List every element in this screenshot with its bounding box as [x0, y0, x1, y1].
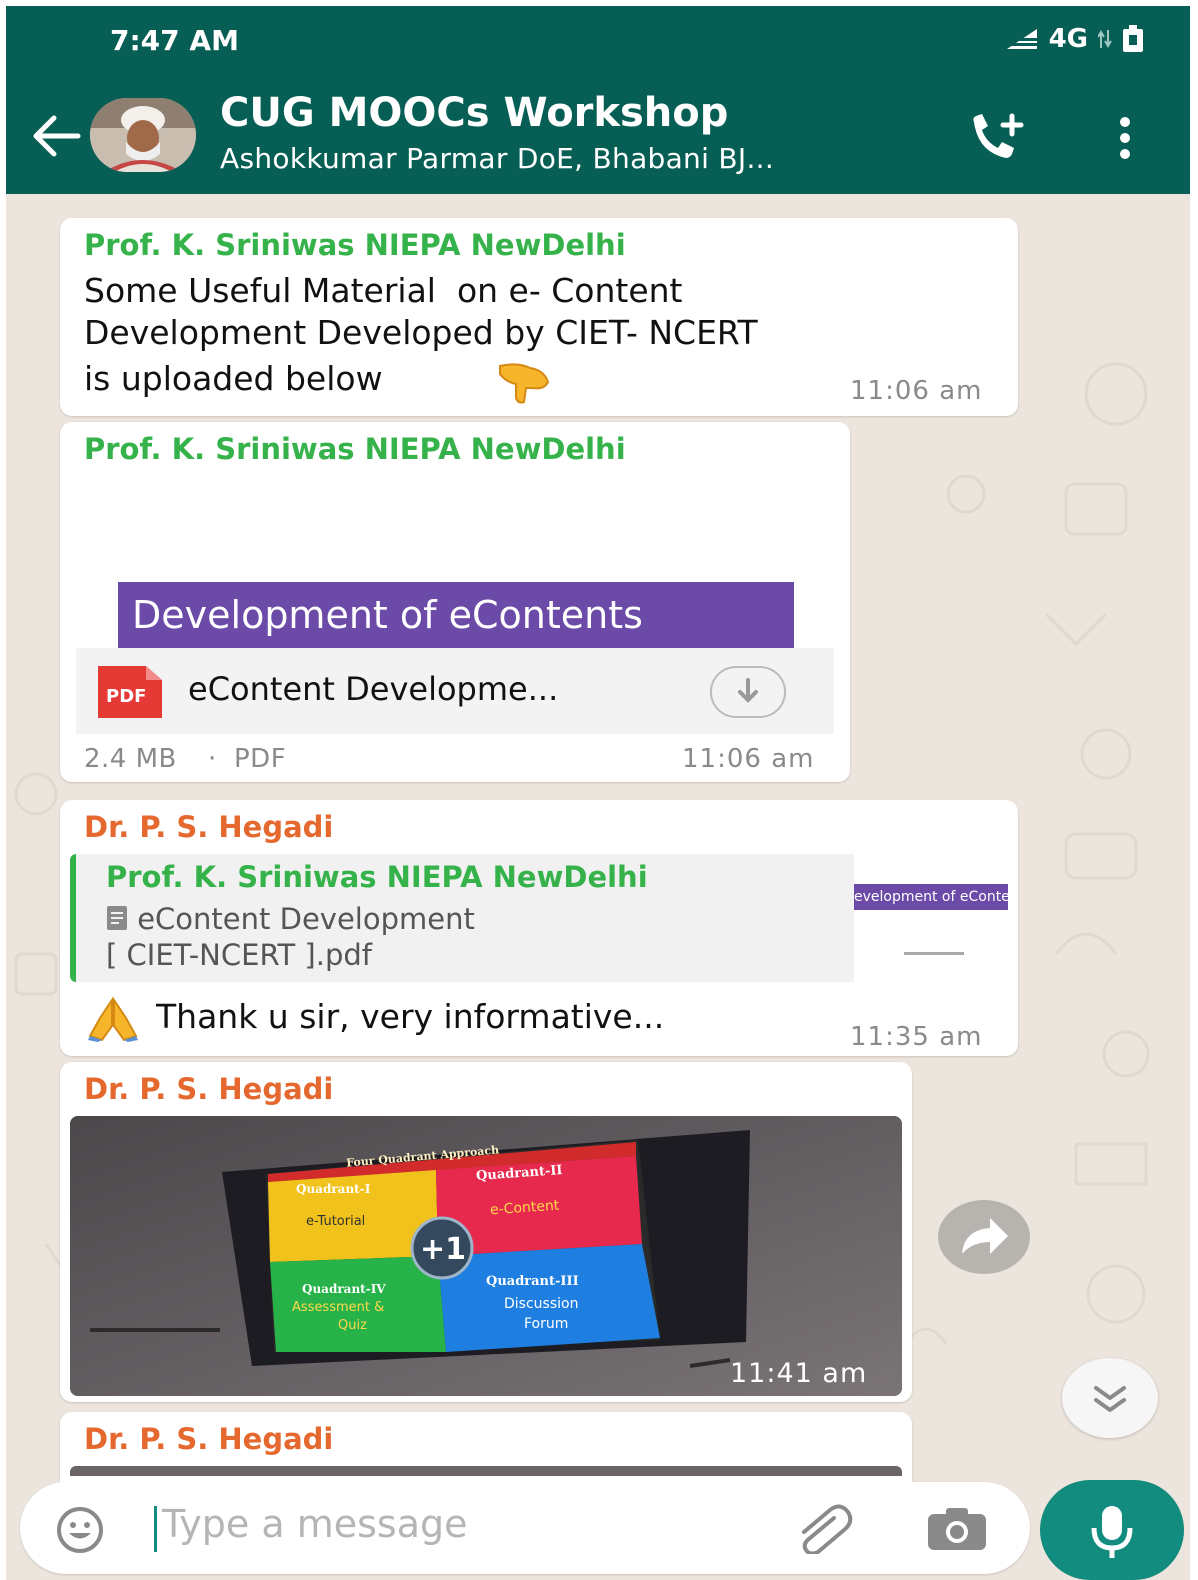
text-caret: [154, 1506, 157, 1552]
quoted-filename-line2: [ CIET-NCERT ].pdf: [106, 938, 372, 972]
pdf-badge-label: PDF: [106, 686, 147, 707]
message-time: 11:06 am: [850, 376, 983, 406]
slide-q1-label: e-Tutorial: [306, 1214, 366, 1229]
message-time: 11:06 am: [682, 744, 815, 774]
document-size: 2.4 MB: [84, 744, 177, 774]
message-list[interactable]: Prof. K. Sriniwas NIEPA NewDelhi Some Us…: [6, 194, 1190, 1484]
message-bubble[interactable]: Prof. K. Sriniwas NIEPA NewDelhi Some Us…: [60, 218, 1018, 416]
message-bubble[interactable]: Dr. P. S. Hegadi: [60, 1062, 912, 1402]
message-bubble[interactable]: Prof. K. Sriniwas NIEPA NewDelhi Develop…: [60, 422, 850, 782]
slide-q3-title: Quadrant-III: [486, 1274, 579, 1289]
scroll-down-button[interactable]: [1062, 1358, 1158, 1438]
message-sender[interactable]: Dr. P. S. Hegadi: [84, 810, 333, 844]
image-attachment-partial[interactable]: [70, 1466, 902, 1476]
meta-separator: ·: [208, 744, 217, 774]
message-text-line: Development Developed by CIET- NCERT: [84, 313, 758, 352]
quoted-thumbnail-banner: evelopment of eConte: [854, 884, 1008, 910]
forward-button[interactable]: [938, 1200, 1030, 1274]
data-arrows-icon: [1098, 30, 1112, 48]
scroll-down-icon: [1094, 1386, 1126, 1412]
document-filename[interactable]: eContent Developme...: [188, 670, 558, 708]
group-avatar[interactable]: [90, 98, 196, 172]
message-time: 11:41 am: [730, 1358, 868, 1389]
download-button[interactable]: [710, 666, 786, 718]
slide-center-badge: +1: [420, 1232, 467, 1267]
slide-q4-title: Quadrant-IV: [302, 1282, 386, 1296]
signal-icon: [1006, 29, 1037, 49]
network-label: 4G: [1048, 24, 1088, 54]
download-icon: [738, 678, 758, 703]
more-vert-icon[interactable]: [1114, 114, 1136, 162]
mic-icon: [1091, 1506, 1133, 1558]
voice-record-button[interactable]: [1040, 1480, 1184, 1580]
message-sender[interactable]: Prof. K. Sriniwas NIEPA NewDelhi: [84, 228, 626, 262]
quoted-filename-line1: eContent Development: [137, 902, 475, 936]
message-time: 11:35 am: [850, 1022, 983, 1052]
slide-q3-label2: Forum: [524, 1316, 569, 1332]
chat-participants[interactable]: Ashokkumar Parmar DoE, Bhabani BJ...: [220, 142, 774, 175]
pointing-hand-emoji: [499, 363, 550, 404]
message-composer: Type a message: [20, 1482, 1030, 1574]
message-text-line: is uploaded below: [84, 359, 383, 398]
back-arrow-icon[interactable]: [28, 112, 82, 160]
chat-header: CUG MOOCs Workshop Ashokkumar Parmar DoE…: [6, 76, 1190, 194]
message-bubble[interactable]: Dr. P. S. Hegadi: [60, 1412, 912, 1484]
message-text-line: Some Useful Material on e- Content: [84, 271, 683, 310]
quoted-text-line: eContent Development: [106, 902, 475, 936]
quoted-thumbnail-caption: [904, 952, 964, 955]
message-text: Thank u sir, very informative...: [156, 997, 665, 1036]
quoted-message[interactable]: Prof. K. Sriniwas NIEPA NewDelhi eConten…: [70, 854, 1008, 982]
status-time: 7:47 AM: [110, 24, 239, 57]
document-preview-banner[interactable]: Development of eContents: [118, 582, 794, 648]
attach-icon[interactable]: [790, 1502, 860, 1554]
emoji-icon[interactable]: [56, 1506, 104, 1554]
document-icon: [107, 906, 127, 930]
quoted-sender: Prof. K. Sriniwas NIEPA NewDelhi: [106, 860, 648, 894]
add-call-icon[interactable]: [966, 112, 1030, 162]
camera-icon[interactable]: [926, 1506, 988, 1552]
share-icon: [962, 1218, 1008, 1254]
battery-icon: [1123, 25, 1143, 52]
message-sender[interactable]: Dr. P. S. Hegadi: [84, 1072, 333, 1106]
folded-hands-emoji: [88, 996, 138, 1042]
message-sender[interactable]: Prof. K. Sriniwas NIEPA NewDelhi: [84, 432, 626, 466]
quoted-thumbnail: evelopment of eConte: [854, 854, 1008, 982]
status-icons: 4G: [1005, 24, 1144, 54]
chat-title[interactable]: CUG MOOCs Workshop: [220, 90, 728, 136]
slide-q3-label: Discussion: [504, 1296, 579, 1312]
slide-q4-label2: Quiz: [338, 1318, 367, 1333]
document-type: PDF: [234, 744, 287, 774]
message-sender[interactable]: Dr. P. S. Hegadi: [84, 1422, 333, 1456]
status-bar: 7:47 AM 4G: [6, 6, 1190, 76]
message-bubble[interactable]: Dr. P. S. Hegadi Prof. K. Sriniwas NIEPA…: [60, 800, 1018, 1056]
slide-q4-label: Assessment &: [292, 1300, 385, 1315]
message-input[interactable]: Type a message: [162, 1502, 468, 1546]
photo-projection-screen: [70, 1116, 902, 1396]
slide-q1-title: Quadrant-I: [296, 1182, 371, 1196]
document-attachment[interactable]: PDF eContent Developme...: [76, 648, 834, 734]
phone-screen: 7:47 AM 4G CUG MOOCs Workshop Ashokkumar…: [6, 6, 1190, 1580]
image-attachment[interactable]: Four Quadrant Approach Quadrant-I e-Tuto…: [70, 1116, 902, 1396]
